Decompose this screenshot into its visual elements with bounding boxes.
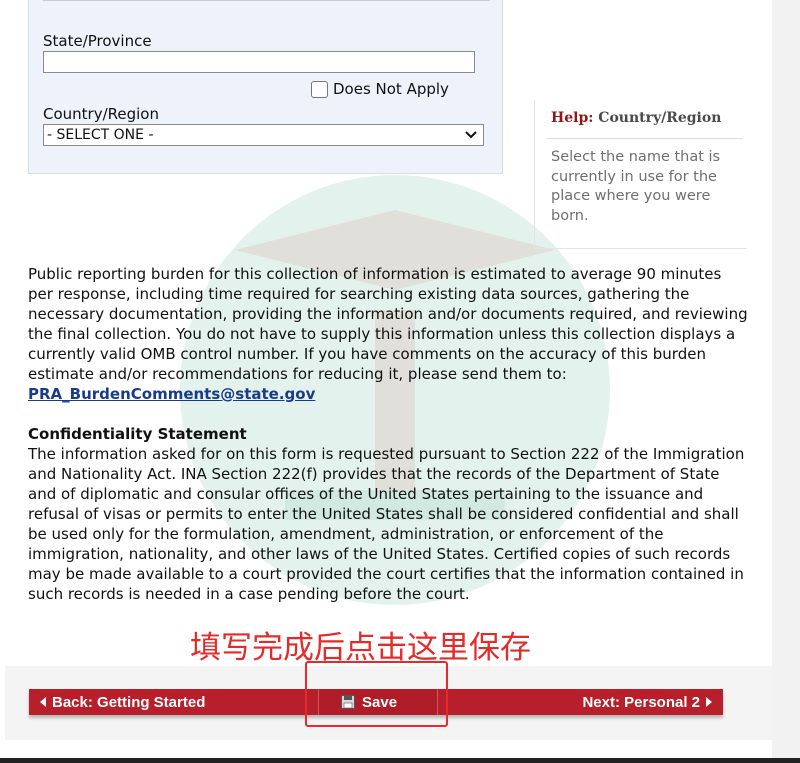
address-panel: State/Province Does Not Apply Country/Re…	[28, 0, 503, 174]
does-not-apply-label: Does Not Apply	[333, 80, 449, 98]
country-region-label: Country/Region	[43, 105, 159, 123]
next-button[interactable]: Next: Personal 2	[582, 689, 712, 715]
burden-email-link[interactable]: PRA_BurdenComments@state.gov	[28, 385, 315, 403]
triangle-left-icon	[40, 697, 46, 707]
country-region-select[interactable]: - SELECT ONE -	[43, 124, 484, 146]
burden-statement: Public reporting burden for this collect…	[28, 264, 748, 404]
confidentiality-statement: Confidentiality Statement The informatio…	[28, 424, 748, 604]
does-not-apply-option[interactable]: Does Not Apply	[311, 79, 449, 99]
help-prefix: Help:	[551, 110, 594, 126]
help-panel: Help: Country/Region Select the name tha…	[534, 100, 747, 249]
help-title: Help: Country/Region	[551, 110, 721, 126]
triangle-right-icon	[706, 697, 712, 707]
back-button-label: Back: Getting Started	[52, 693, 206, 711]
does-not-apply-checkbox[interactable]	[311, 80, 328, 98]
save-highlight-box	[305, 661, 448, 727]
help-text: Select the name that is currently in use…	[551, 149, 721, 224]
back-button[interactable]: Back: Getting Started	[40, 689, 205, 715]
help-topic: Country/Region	[598, 110, 722, 126]
burden-text: Public reporting burden for this collect…	[28, 265, 748, 383]
panel-divider	[43, 0, 490, 1]
state-province-input[interactable]	[43, 51, 475, 73]
scroll-gutter	[772, 0, 800, 763]
country-region-selected-value: - SELECT ONE -	[47, 127, 154, 143]
state-province-label: State/Province	[43, 32, 152, 50]
next-button-label: Next: Personal 2	[582, 693, 700, 711]
chevron-down-icon	[465, 131, 477, 139]
bottom-border	[0, 758, 800, 763]
help-divider	[547, 138, 743, 139]
confidentiality-heading: Confidentiality Statement	[28, 425, 247, 443]
confidentiality-text: The information asked for on this form i…	[28, 445, 745, 603]
